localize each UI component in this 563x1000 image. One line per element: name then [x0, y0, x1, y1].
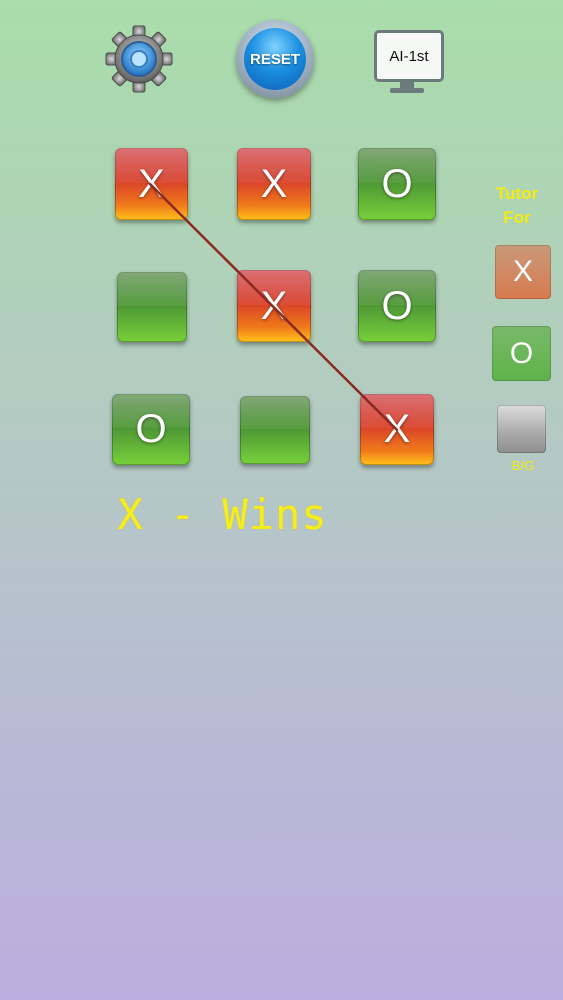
tutor-label-line2: For	[503, 208, 531, 227]
tutor-label-line1: Tutor	[495, 184, 539, 203]
cell-mark: O	[135, 407, 167, 451]
tutor-o-button[interactable]: O	[492, 326, 551, 381]
cell-mark: X	[138, 161, 165, 206]
board-cell-6[interactable]: O	[358, 270, 436, 342]
board-cell-3[interactable]: O	[358, 148, 436, 220]
settings-button[interactable]	[104, 24, 174, 94]
board-cell-1[interactable]: X	[115, 148, 188, 220]
monitor-base	[390, 88, 424, 93]
cell-mark: X	[383, 407, 411, 451]
board-cell-2[interactable]: X	[237, 148, 311, 220]
ai-first-label: AI-1st	[374, 30, 444, 82]
board-cell-4[interactable]	[117, 272, 187, 342]
reset-label: RESET	[244, 28, 306, 90]
gear-icon	[105, 25, 173, 93]
tutor-o-label: O	[509, 336, 534, 370]
game-status: X - Wins	[117, 490, 328, 539]
reset-button[interactable]: RESET	[236, 20, 314, 98]
board-cell-8[interactable]	[240, 396, 310, 464]
background-button[interactable]	[497, 405, 546, 453]
tutor-label: Tutor For	[486, 182, 548, 230]
board-cell-7[interactable]: O	[112, 394, 190, 465]
tutor-x-button[interactable]: X	[495, 245, 551, 299]
background-label: B/G	[511, 458, 535, 473]
board-cell-9[interactable]: X	[360, 394, 434, 465]
cell-mark: O	[381, 161, 413, 206]
cell-mark: O	[381, 283, 413, 328]
cell-mark: X	[260, 283, 288, 328]
ai-first-button[interactable]: AI-1st	[372, 30, 444, 96]
tutor-x-label: X	[512, 255, 533, 288]
board-cell-5[interactable]: X	[237, 270, 311, 342]
cell-mark: X	[260, 161, 288, 206]
